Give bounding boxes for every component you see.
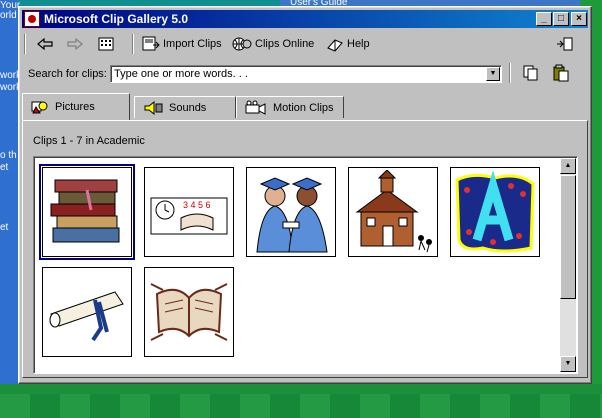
clip-graduates[interactable] <box>246 167 336 257</box>
svg-text:3 4 5 6: 3 4 5 6 <box>183 200 211 210</box>
scroll-thumb[interactable] <box>560 175 576 299</box>
change-window-size-button[interactable] <box>556 34 574 54</box>
clip-diploma[interactable] <box>42 267 132 357</box>
clips-online-label: Clips Online <box>255 38 315 50</box>
maximize-button[interactable]: □ <box>553 12 569 26</box>
graduates-icon <box>256 177 328 253</box>
close-button[interactable]: × <box>571 12 587 26</box>
search-combobox[interactable]: ▼ <box>110 65 502 83</box>
clip-gallery: 3 4 5 6 ▲ ▼ <box>33 156 578 374</box>
camera-icon <box>245 100 266 115</box>
forward-button[interactable] <box>66 34 84 54</box>
clip-schoolhouse[interactable] <box>348 167 438 257</box>
copy-button[interactable] <box>522 63 540 83</box>
diploma-icon <box>49 291 124 342</box>
paste-icon <box>553 64 569 82</box>
letter-a-icon <box>455 170 535 253</box>
open-book-icon <box>150 283 228 341</box>
clip-books[interactable] <box>39 164 135 260</box>
desktop-label: orld <box>0 10 17 21</box>
clip-open-book[interactable] <box>144 267 234 357</box>
tab-sounds[interactable]: Sounds <box>134 96 236 118</box>
import-clips-label: Import Clips <box>163 38 222 50</box>
search-dropdown-button[interactable]: ▼ <box>486 67 500 81</box>
app-icon[interactable] <box>24 11 40 27</box>
window-size-icon <box>557 37 573 51</box>
scroll-down-button[interactable]: ▼ <box>560 356 576 372</box>
search-label: Search for clips: <box>28 68 107 80</box>
title-bar[interactable]: Microsoft Clip Gallery 5.0 _ □ × <box>22 10 588 28</box>
minimize-button[interactable]: _ <box>536 12 552 26</box>
clips-online-button[interactable]: Clips Online <box>232 34 314 54</box>
scroll-up-button[interactable]: ▲ <box>560 158 576 174</box>
clip-count-label: Clips 1 - 7 in Academic <box>33 135 145 147</box>
schoolhouse-icon <box>355 170 432 253</box>
desktop-bottom-strip <box>0 384 602 418</box>
toolbar: Import Clips Clips Online Help <box>22 31 588 57</box>
math-book-icon: 3 4 5 6 <box>150 197 228 235</box>
globe-icon <box>232 37 252 51</box>
desktop-label: et <box>0 222 9 233</box>
desktop-left-strip <box>0 0 18 418</box>
desktop-label: o th <box>0 150 17 161</box>
pictures-panel: Clips 1 - 7 in Academic 3 4 5 6 ▲ ▼ <box>22 120 588 378</box>
import-clips-button[interactable]: Import Clips <box>142 34 222 54</box>
import-clips-icon <box>142 36 160 51</box>
grid-icon <box>98 37 114 51</box>
tab-pictures[interactable]: Pictures <box>22 93 130 120</box>
desktop-label: et <box>0 162 9 173</box>
books-icon <box>50 179 120 243</box>
paste-button[interactable] <box>552 63 570 83</box>
window-title: Microsoft Clip Gallery 5.0 <box>44 12 189 26</box>
search-row: Search for clips: ▼ <box>22 63 588 87</box>
speaker-icon <box>144 100 163 115</box>
view-all-categories-button[interactable] <box>98 34 114 54</box>
clip-gallery-window: Microsoft Clip Gallery 5.0 _ □ × Import … <box>18 6 592 384</box>
help-label: Help <box>347 38 370 50</box>
arrow-left-icon <box>37 37 53 51</box>
clip-math-book[interactable]: 3 4 5 6 <box>144 167 234 257</box>
clip-letter-a[interactable] <box>450 167 540 257</box>
copy-icon <box>523 65 538 81</box>
help-book-icon <box>327 39 343 52</box>
category-tabs: Pictures Sounds Motion Clips <box>22 93 588 121</box>
tab-sounds-label: Sounds <box>169 101 207 114</box>
pictures-icon <box>31 101 48 114</box>
tab-motion-clips-label: Motion Clips <box>273 101 334 114</box>
gallery-scrollbar[interactable]: ▲ ▼ <box>560 158 576 372</box>
tab-pictures-label: Pictures <box>55 101 95 113</box>
back-button[interactable] <box>36 34 54 54</box>
tab-motion-clips[interactable]: Motion Clips <box>236 96 344 118</box>
search-input[interactable] <box>111 66 487 82</box>
help-button[interactable]: Help <box>326 34 370 54</box>
arrow-right-icon <box>67 37 83 51</box>
